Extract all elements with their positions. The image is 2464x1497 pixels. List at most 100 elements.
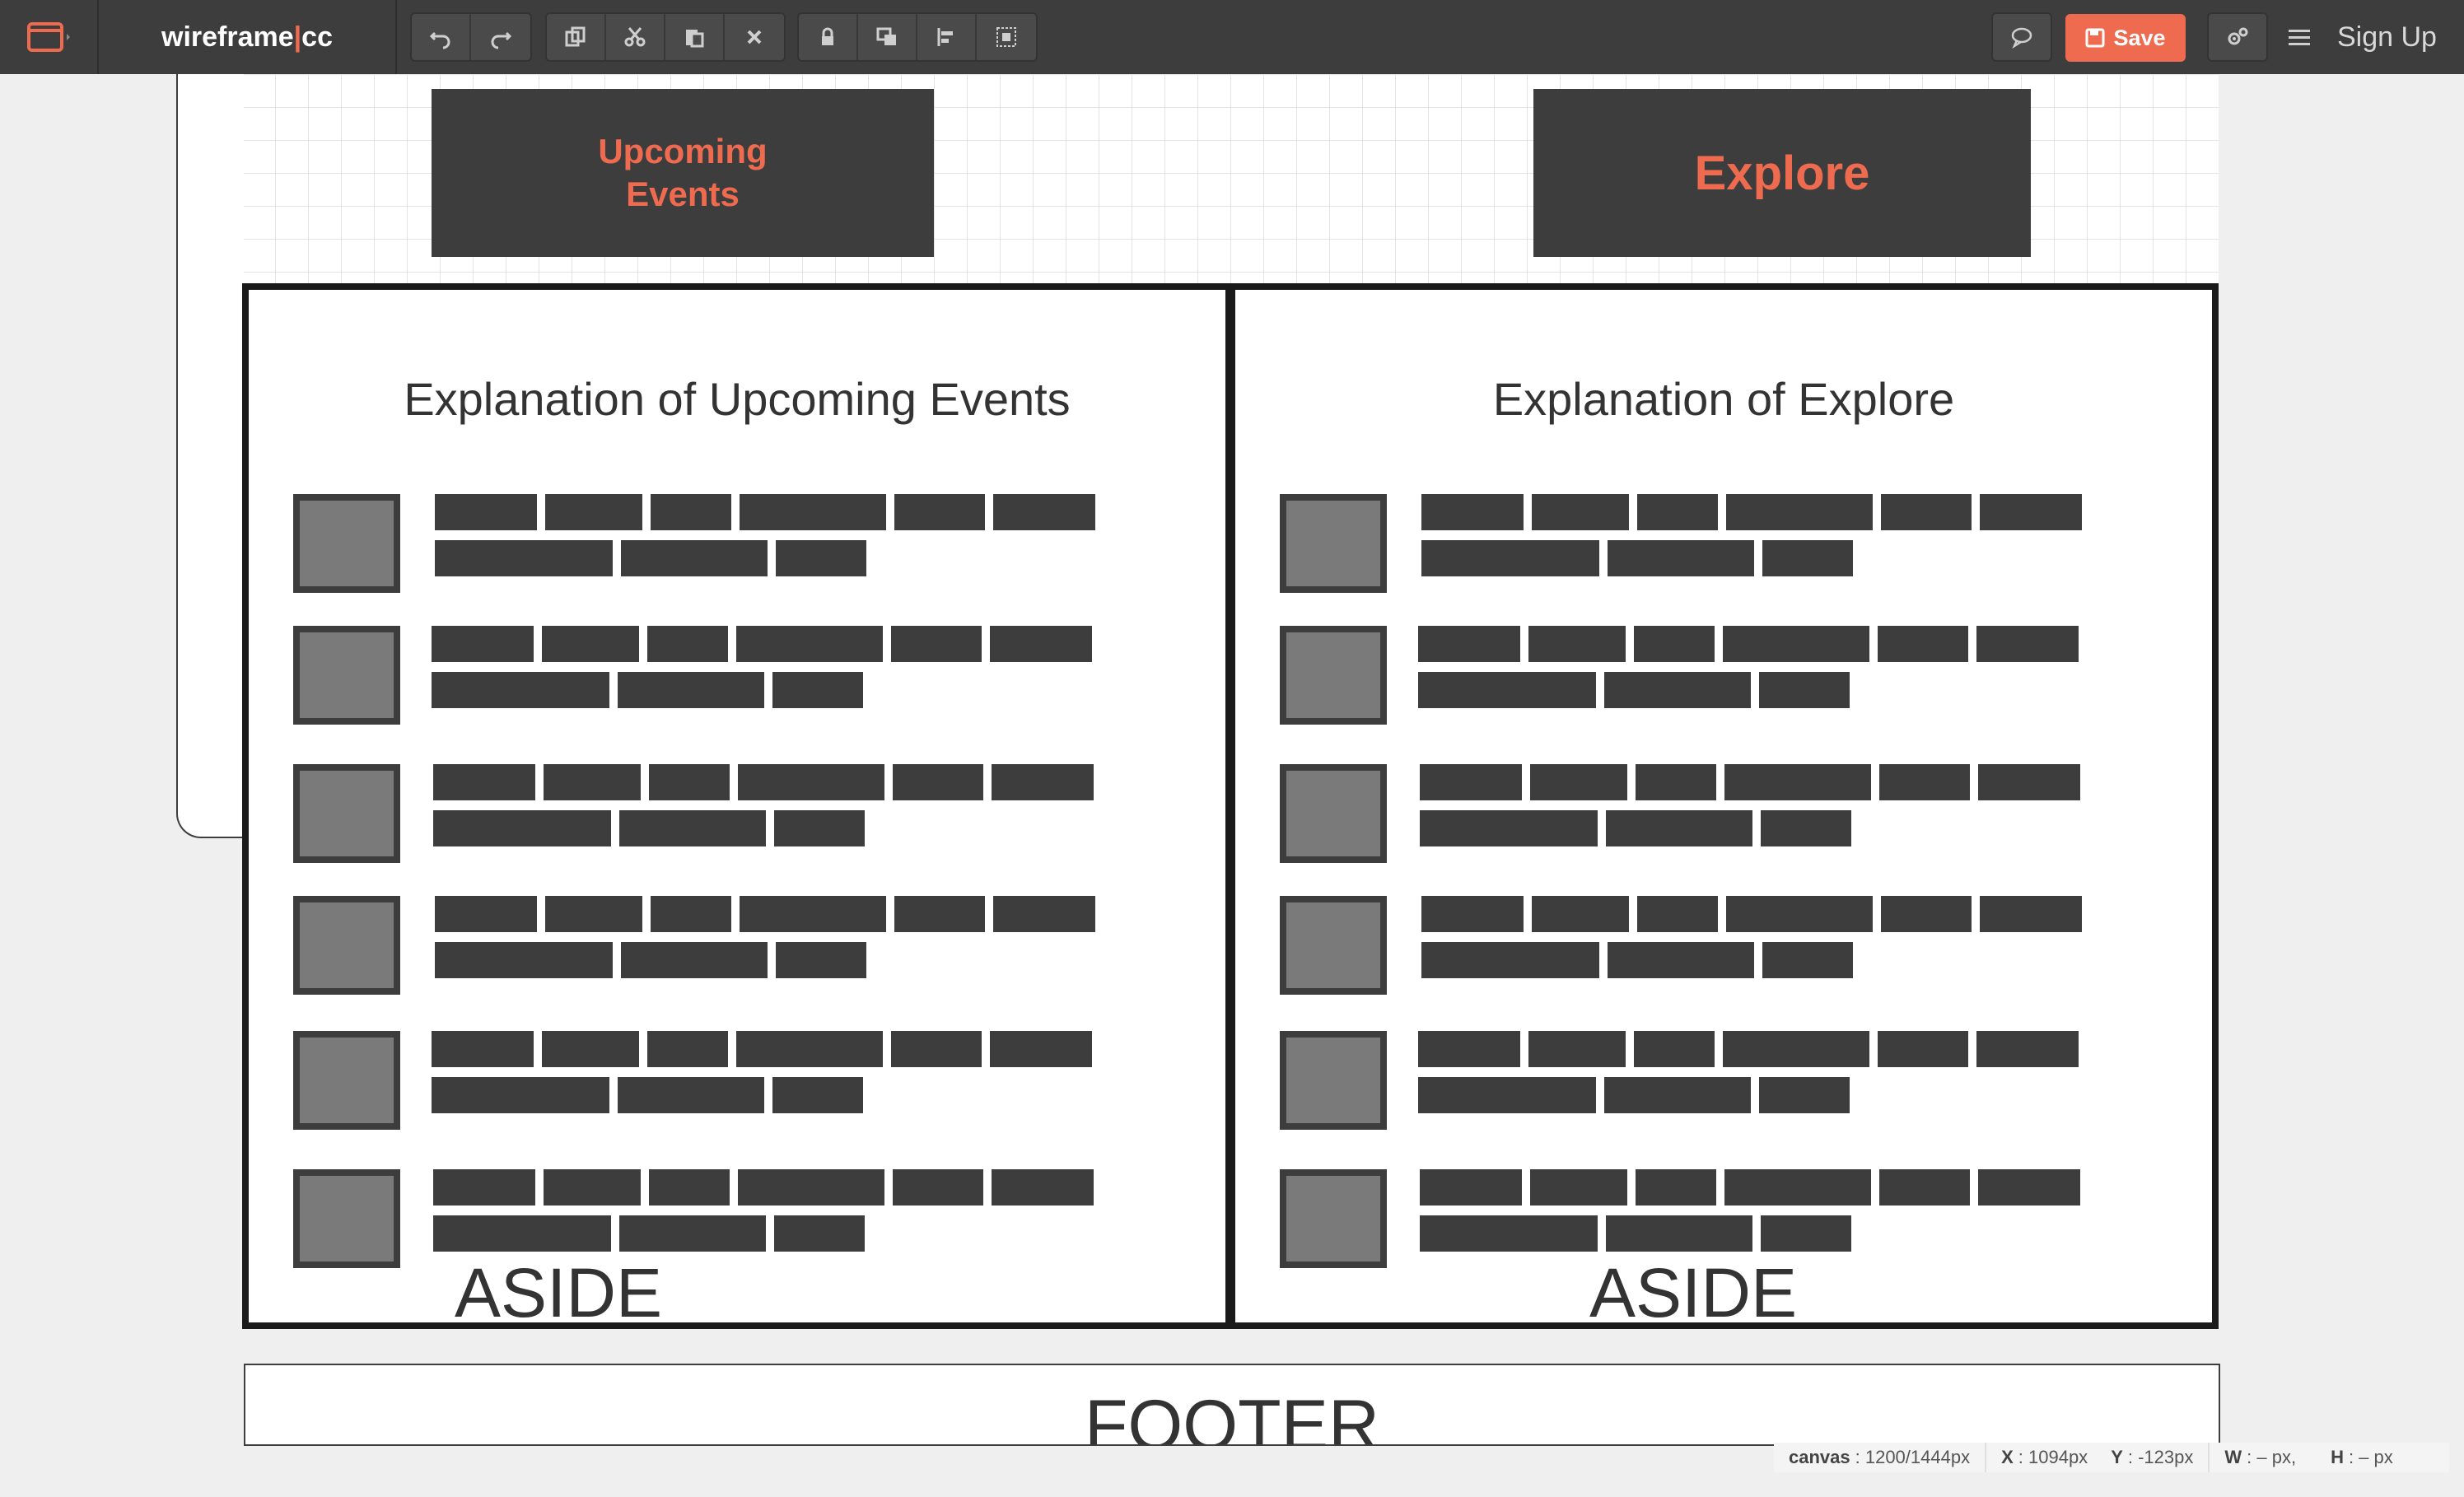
explore-list-item[interactable] bbox=[1280, 1031, 2103, 1130]
redo-icon bbox=[491, 31, 512, 49]
text-line-block bbox=[542, 626, 639, 662]
upcoming-list-item[interactable] bbox=[293, 494, 1117, 593]
gears-icon bbox=[2228, 27, 2248, 45]
text-line-block bbox=[545, 896, 642, 932]
text-line-block bbox=[1881, 494, 1972, 530]
status-bar: canvas: 1200/1444px X: 1094px Y: -123px … bbox=[1774, 1443, 2449, 1472]
text-line-block bbox=[1761, 810, 1851, 846]
text-line-block bbox=[1881, 896, 1972, 932]
text-line-block bbox=[1528, 626, 1626, 662]
text-line-block bbox=[1878, 626, 1968, 662]
redo-button[interactable] bbox=[471, 14, 530, 60]
text-line-block bbox=[1762, 942, 1853, 978]
comment-icon bbox=[2011, 27, 2032, 49]
text-line-block bbox=[545, 494, 642, 530]
text-line-block bbox=[433, 810, 611, 846]
text-line-block bbox=[647, 626, 728, 662]
text-line-block bbox=[1723, 626, 1869, 662]
explore-list-item[interactable] bbox=[1280, 764, 2103, 863]
text-line-block bbox=[1532, 896, 1629, 932]
text-line-block bbox=[435, 494, 537, 530]
upcoming-list-item[interactable] bbox=[293, 896, 1117, 995]
text-line-block bbox=[432, 1031, 534, 1067]
upcoming-events-label-line2: Events bbox=[626, 175, 740, 213]
text-line-block bbox=[433, 1169, 535, 1206]
text-line-block bbox=[1636, 764, 1716, 800]
explore-item-image-placeholder bbox=[1280, 1169, 1387, 1268]
undo-icon bbox=[429, 31, 450, 49]
group-button[interactable] bbox=[977, 14, 1036, 60]
sign-up-link[interactable]: Sign Up bbox=[2337, 0, 2437, 74]
text-line-block bbox=[1978, 764, 2080, 800]
paste-button[interactable] bbox=[665, 14, 725, 60]
upcoming-events-panel[interactable]: Explanation of Upcoming Events ASIDE bbox=[242, 283, 1232, 1329]
y-key: Y bbox=[2111, 1447, 2123, 1467]
align-left-icon bbox=[937, 28, 953, 46]
text-line-block bbox=[1637, 494, 1718, 530]
h-value: : – px bbox=[2348, 1447, 2393, 1467]
upcoming-events-nav-block[interactable]: Upcoming Events bbox=[432, 89, 934, 257]
text-line-block bbox=[990, 626, 1092, 662]
text-line-block bbox=[651, 896, 731, 932]
explore-panel[interactable]: Explanation of Explore ASIDE bbox=[1229, 283, 2219, 1329]
explore-item-image-placeholder bbox=[1280, 764, 1387, 863]
text-line-block bbox=[618, 672, 764, 708]
duplicate-button[interactable] bbox=[547, 14, 606, 60]
layers-icon bbox=[876, 27, 896, 45]
text-line-block bbox=[772, 1077, 863, 1113]
text-line-block bbox=[992, 1169, 1094, 1206]
right-aside-label: ASIDE bbox=[1589, 1258, 1798, 1327]
align-button[interactable] bbox=[917, 14, 977, 60]
text-line-block bbox=[738, 764, 884, 800]
footer-block[interactable]: FOOTER bbox=[244, 1364, 2220, 1446]
explore-list-item[interactable] bbox=[1280, 1169, 2103, 1268]
h-key: H bbox=[2331, 1447, 2344, 1467]
lock-button[interactable] bbox=[799, 14, 858, 60]
text-line-block bbox=[432, 1077, 609, 1113]
explore-item-image-placeholder bbox=[1280, 494, 1387, 593]
hamburger-menu-icon[interactable] bbox=[2283, 21, 2316, 54]
app-menu-button[interactable] bbox=[0, 0, 99, 74]
upcoming-list-item[interactable] bbox=[293, 626, 1117, 725]
text-line-block bbox=[649, 1169, 730, 1206]
text-line-block bbox=[1420, 1215, 1598, 1252]
text-line-block bbox=[774, 810, 865, 846]
upcoming-list-item[interactable] bbox=[293, 764, 1117, 863]
text-line-block bbox=[435, 540, 613, 576]
text-line-block bbox=[894, 896, 985, 932]
w-value: : – px, bbox=[2247, 1447, 2297, 1467]
text-line-block bbox=[621, 540, 768, 576]
text-line-block bbox=[432, 672, 609, 708]
text-line-block bbox=[1724, 1169, 1871, 1206]
delete-button[interactable] bbox=[725, 14, 784, 60]
text-line-block bbox=[1418, 672, 1596, 708]
x-key: X bbox=[2001, 1447, 2014, 1467]
side-bracket-shape[interactable] bbox=[176, 74, 244, 838]
text-line-block bbox=[1761, 1215, 1851, 1252]
footer-label: FOOTER bbox=[1084, 1386, 1380, 1446]
text-line-block bbox=[647, 1031, 728, 1067]
text-line-block bbox=[990, 1031, 1092, 1067]
explore-nav-block[interactable]: Explore bbox=[1533, 89, 2031, 257]
close-icon bbox=[747, 30, 762, 44]
explore-list-item[interactable] bbox=[1280, 896, 2103, 995]
text-line-block bbox=[736, 1031, 883, 1067]
text-line-block bbox=[774, 1215, 865, 1252]
text-line-block bbox=[1420, 764, 1522, 800]
text-line-block bbox=[992, 764, 1094, 800]
undo-button[interactable] bbox=[412, 14, 471, 60]
settings-button[interactable] bbox=[2207, 12, 2268, 62]
bring-front-button[interactable] bbox=[858, 14, 917, 60]
cut-button[interactable] bbox=[606, 14, 665, 60]
text-line-block bbox=[894, 494, 985, 530]
upcoming-list-item[interactable] bbox=[293, 1169, 1117, 1268]
explore-list-item[interactable] bbox=[1280, 494, 2103, 593]
clipboard-icon bbox=[686, 30, 704, 48]
explore-list-item[interactable] bbox=[1280, 626, 2103, 725]
text-line-block bbox=[1976, 1031, 2079, 1067]
save-button[interactable]: Save bbox=[2065, 14, 2186, 62]
text-line-block bbox=[891, 1031, 982, 1067]
top-toolbar: wireframe | cc Save Sign Up bbox=[0, 0, 2464, 74]
comment-button[interactable] bbox=[1991, 12, 2052, 62]
upcoming-list-item[interactable] bbox=[293, 1031, 1117, 1130]
